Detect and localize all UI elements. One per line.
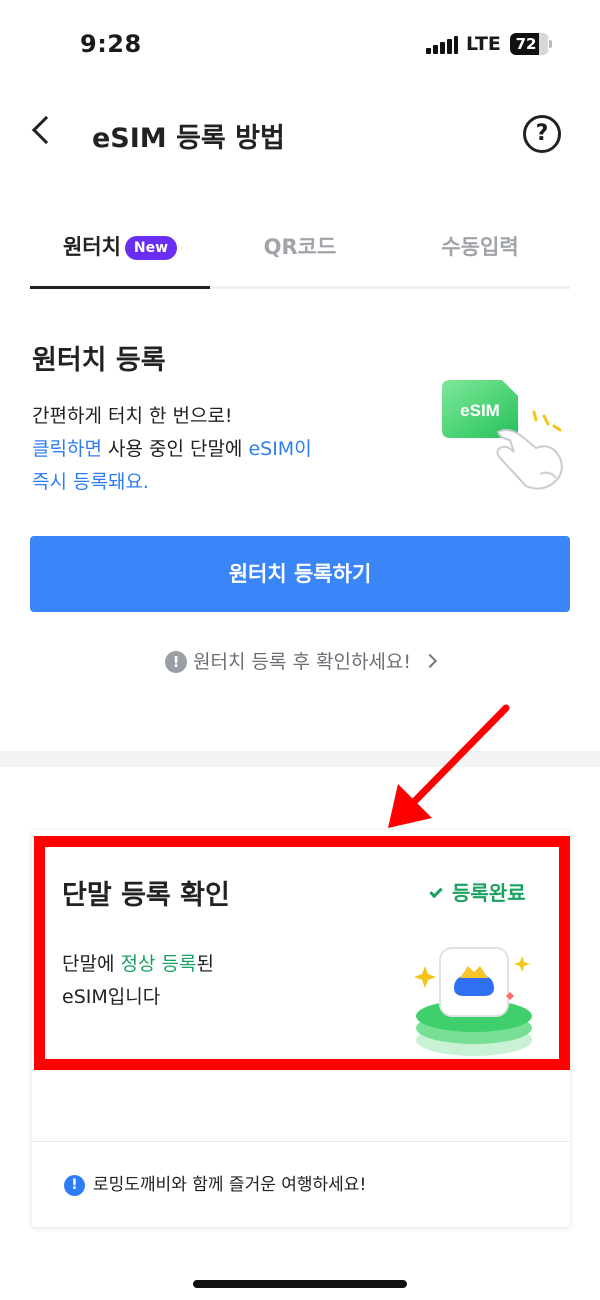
annotation-arrow xyxy=(388,704,510,828)
home-indicator[interactable] xyxy=(193,1280,407,1288)
battery-level: 72 xyxy=(515,35,537,53)
